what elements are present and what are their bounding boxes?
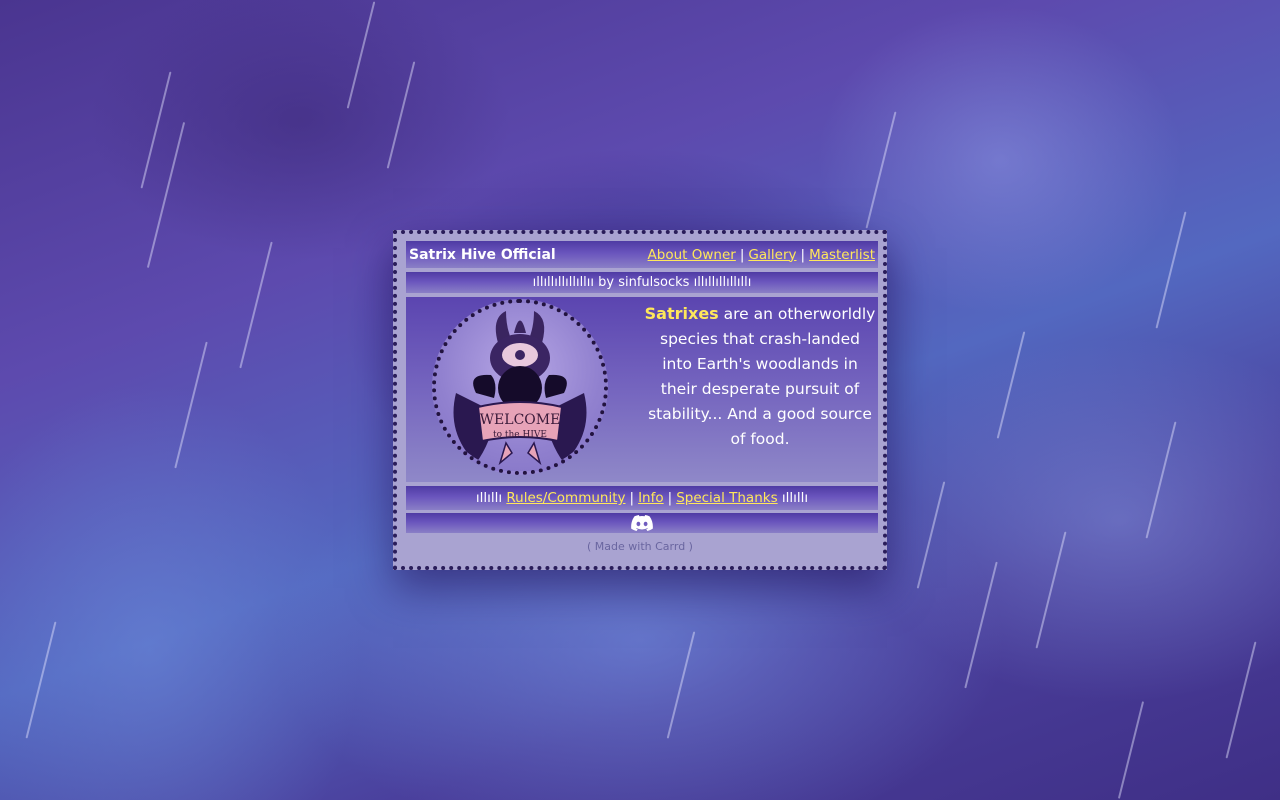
nav-gallery-link[interactable]: Gallery [748,247,796,263]
links-separator: | [667,490,673,506]
nav-separator: | [739,246,745,263]
top-nav: About Owner | Gallery | Masterlist [648,247,875,263]
nav-separator: | [800,246,806,263]
intro-description: are an otherworldly species that crash-l… [648,305,876,448]
links-separator: | [629,490,635,506]
site-card: Satrix Hive Official About Owner | Gallery… [393,230,887,570]
intro-section: WELCOME to the HIVE Satrixes are an othe… [406,297,878,482]
rain-streak [916,481,946,589]
rain-streak [1117,701,1145,799]
site-title: Satrix Hive Official [409,246,556,263]
special-thanks-link[interactable]: Special Thanks [676,490,777,506]
rain-streak [865,111,897,229]
species-name-highlight: Satrixes [644,304,719,323]
rain-streak [1035,531,1067,649]
rain-streak [996,331,1026,439]
nav-masterlist-link[interactable]: Masterlist [809,247,875,263]
nav-about-owner-link[interactable]: About Owner [648,247,736,263]
rain-streak [174,341,208,469]
byline-bar: ıllıllıllıllıllıı by sinfulsocks ıllıllı… [406,272,878,293]
rules-community-link[interactable]: Rules/Community [506,490,625,506]
social-bar [406,513,878,533]
intro-text: Satrixes are an otherworldly species tha… [644,301,876,452]
rain-streak [239,241,273,369]
rain-streak [964,561,998,689]
byline-text: ıllıllıllıllıllıı by sinfulsocks ıllıllı… [532,275,752,290]
decoration-right: ıllıllı [781,490,809,506]
badge-hive-text: to the HIVE [493,430,547,440]
links-bar: ıllıllı Rules/Community | Info | Special Tha… [406,486,878,510]
decoration-left: ıllıllı [475,490,503,506]
made-with-carrd-label[interactable]: ( Made with Carrd ) [397,540,883,553]
rain-streak [1225,641,1257,759]
header-bar: Satrix Hive Official About Owner | Gallery… [406,241,878,268]
rain-streak [1145,421,1177,539]
rain-streak [1155,211,1187,329]
rain-streak [386,61,416,169]
welcome-badge-image: WELCOME to the HIVE [432,299,608,475]
badge-welcome-text: WELCOME [480,412,561,428]
rain-streak [140,71,172,189]
rain-streak [25,621,57,739]
discord-icon[interactable] [631,515,653,531]
rain-streak [346,1,376,109]
hive-creature-illustration: WELCOME to the HIVE [453,311,587,466]
rain-streak [666,631,696,739]
info-link[interactable]: Info [638,490,664,506]
